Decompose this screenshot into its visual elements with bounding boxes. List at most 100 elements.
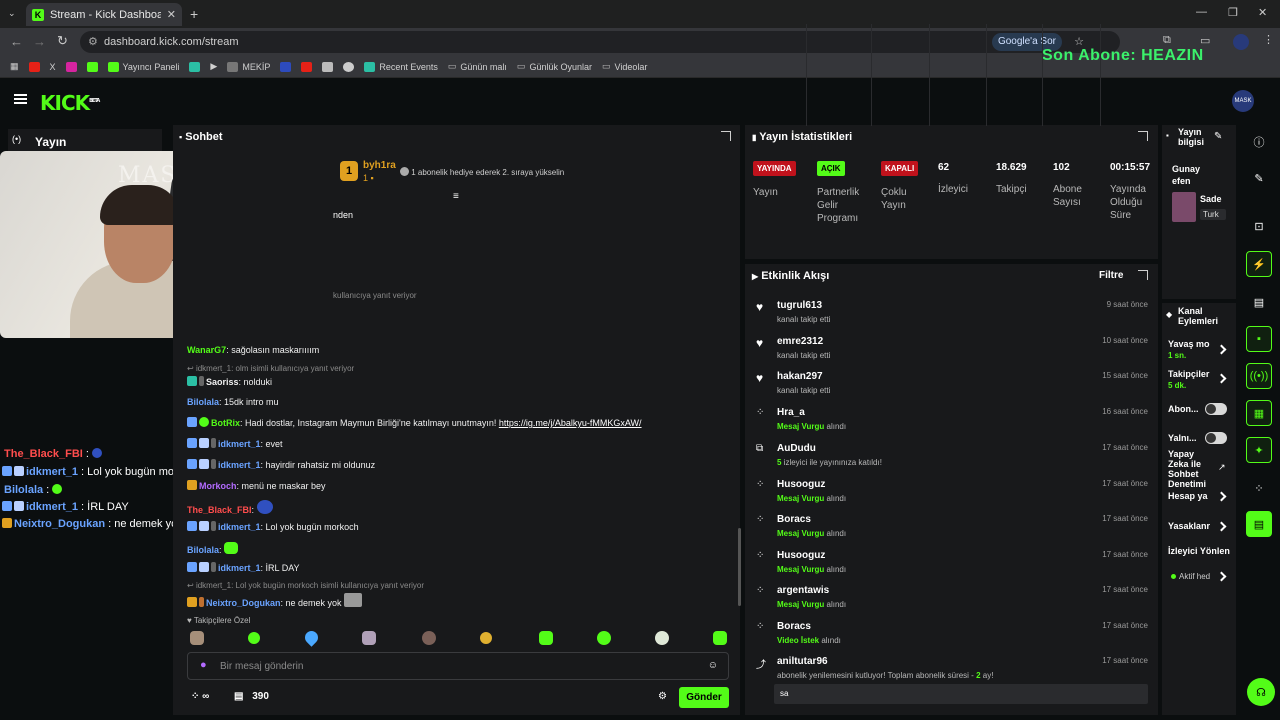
restore-icon[interactable]: ❐ xyxy=(1228,6,1238,19)
chat-message[interactable]: Bilolala: xyxy=(187,542,240,555)
bookmark-videolar[interactable]: ▭ Videolar xyxy=(602,61,647,72)
browser-menu-icon[interactable]: ⋮ xyxy=(1263,33,1274,46)
chat-message[interactable]: Neixtro_Dogukan: ne demek yok xyxy=(187,593,364,608)
minimize-icon[interactable]: — xyxy=(1196,6,1207,18)
user-avatar[interactable]: MASK xyxy=(1232,90,1254,112)
chat-message[interactable]: idkmert_1: İRL DAY xyxy=(187,562,300,573)
chat-message-input[interactable]: ● Bir mesaj gönderin ☺ xyxy=(187,652,729,680)
emote-sad-icon[interactable] xyxy=(597,631,611,645)
slow-mode-label[interactable]: Yavaş mo xyxy=(1168,339,1210,349)
activity-event[interactable]: ⁘ Boracs Video İstek alındı 17 saat önce xyxy=(756,621,1148,656)
chat-message[interactable]: WanarG7: sağolasın maskarıııım xyxy=(187,345,319,355)
activity-event[interactable]: ♥ hakan297 kanalı takip etti 15 saat önce xyxy=(756,371,1148,406)
ai-moderation-label[interactable]: Yapay Zeka ile Sohbet Denetimi xyxy=(1168,449,1210,489)
activity-event[interactable]: ⁘ Husooguz Mesaj Vurgu alındı 17 saat önce xyxy=(756,550,1148,585)
threads-bm-icon[interactable] xyxy=(343,61,355,72)
chat-scrollbar[interactable] xyxy=(738,528,741,606)
activity-event[interactable]: ⁘ Husooguz Mesaj Vurgu alındı 17 saat önce xyxy=(756,479,1148,514)
bookmark-gunluk-oyunlar[interactable]: ▭ Günlük Oyunlar xyxy=(517,61,592,72)
x-icon[interactable]: X xyxy=(50,62,56,72)
viewer-management-label[interactable]: İzleyici Yönlen xyxy=(1168,546,1230,556)
bookmark-gunun-mali[interactable]: ▭ Günün malı xyxy=(448,61,507,72)
apps-icon[interactable]: ▦ xyxy=(10,61,19,72)
chat-message[interactable]: The_Black_FBI: xyxy=(187,500,275,515)
external-link-icon[interactable]: ↗ xyxy=(1218,462,1226,473)
mic-icon[interactable]: ● xyxy=(200,659,207,671)
lightning-rail-icon[interactable]: ⚡ xyxy=(1246,251,1272,277)
points-rail-icon[interactable]: ⁘ xyxy=(1246,475,1272,501)
chat-rail-icon[interactable]: ▪ xyxy=(1246,326,1272,352)
store-button[interactable]: ▤ 390 xyxy=(234,691,269,702)
stats-popout-icon[interactable] xyxy=(1138,131,1148,141)
youtube2-icon[interactable] xyxy=(301,61,313,72)
chat-link[interactable]: https://ig.me/j/Abalkyu-fMMKGxAW/ xyxy=(499,418,642,428)
bookmark-recent-events[interactable]: Recent Events xyxy=(364,61,438,72)
edit-pencil-icon[interactable]: ✎ xyxy=(1214,131,1222,142)
pinned-user[interactable]: byh1ra xyxy=(363,160,396,171)
chat-message[interactable]: BotRix: Hadi dostlar, Instagram Maymun B… xyxy=(187,417,642,428)
activity-filter-button[interactable]: Filtre xyxy=(1099,270,1123,281)
emote-green-icon[interactable] xyxy=(248,632,260,644)
back-icon[interactable]: ← xyxy=(10,34,23,49)
edit-rail-icon[interactable]: ✎ xyxy=(1246,165,1272,191)
stats-rail-icon[interactable]: ▦ xyxy=(1246,400,1272,426)
emote-laugh-icon[interactable] xyxy=(539,631,553,645)
menu-icon[interactable] xyxy=(14,94,27,104)
image-bm-icon[interactable] xyxy=(322,61,334,72)
channel-points[interactable]: ⁘ ∞ xyxy=(191,691,209,702)
emote-ball-icon[interactable] xyxy=(655,631,669,645)
app-bm-icon[interactable] xyxy=(189,61,201,72)
chat-message[interactable]: idkmert_1: hayirdir rahatsiz mi oldunuz xyxy=(187,459,375,470)
tab-search-icon[interactable]: ⌄ xyxy=(8,8,18,18)
tools-rail-icon[interactable]: ✦ xyxy=(1246,437,1272,463)
browser-tab[interactable]: K Stream - Kick Dashboard ✕ xyxy=(26,3,182,26)
window-close-icon[interactable]: ✕ xyxy=(1258,6,1267,19)
info-rail-icon[interactable]: ⓘ xyxy=(1246,129,1272,155)
activity-event[interactable]: ♥ tugrul613 kanalı takip etti 9 saat önce xyxy=(756,300,1148,335)
site-info-icon[interactable]: ⚙ xyxy=(88,31,98,53)
unique-chat-toggle[interactable] xyxy=(1205,432,1227,444)
extensions-icon[interactable]: ⧉ xyxy=(1163,34,1171,47)
kick-bm-icon[interactable] xyxy=(86,61,98,72)
activity-event[interactable]: ♥ emre2312 kanalı takip etti 10 saat önce xyxy=(756,336,1148,371)
chat-settings-icon[interactable]: ⚙ xyxy=(658,691,667,702)
play-bm-icon[interactable]: ▶ xyxy=(210,61,217,72)
activity-rail-icon[interactable]: ▤ xyxy=(1246,511,1272,537)
activity-event[interactable]: ⧉ AuDudu 5 izleyici ile yayınınıza katıld… xyxy=(756,443,1148,478)
instagram-icon[interactable] xyxy=(65,61,77,72)
emote-face-icon[interactable] xyxy=(422,631,436,645)
collapse-pinned-icon[interactable]: ≡ xyxy=(453,191,459,202)
activity-event[interactable]: ⁘ argentawis Mesaj Vurgu alındı 17 saat ön… xyxy=(756,585,1148,620)
broadcast-rail-icon[interactable]: ((•)) xyxy=(1246,363,1272,389)
bans-label[interactable]: Yasaklanr xyxy=(1168,521,1210,531)
followers-only-label[interactable]: Takipçiler xyxy=(1168,369,1209,379)
bookmark-mekip[interactable]: MEKİP xyxy=(227,61,270,72)
emote-cat-icon[interactable] xyxy=(190,631,204,645)
activity-event[interactable]: ⁘ Hra_a Mesaj Vurgu alındı 16 saat önce xyxy=(756,407,1148,442)
activity-popout-icon[interactable] xyxy=(1138,270,1148,280)
sidepanel-icon[interactable]: ▭ xyxy=(1200,34,1210,47)
tab-close-icon[interactable]: ✕ xyxy=(167,8,176,21)
forward-icon[interactable]: → xyxy=(33,34,46,49)
notes-rail-icon[interactable]: ▤ xyxy=(1246,289,1272,315)
activity-event[interactable]: ⁘ Boracs Mesaj Vurgu alındı 17 saat önce xyxy=(756,514,1148,549)
emoji-picker-icon[interactable]: ☺ xyxy=(708,660,718,671)
send-button[interactable]: Gönder xyxy=(679,687,729,708)
kick-logo[interactable]: KICKBETA xyxy=(40,91,100,115)
subs-only-toggle[interactable] xyxy=(1205,403,1227,415)
chat-popout-icon[interactable] xyxy=(721,131,731,141)
emote-pet-icon[interactable] xyxy=(362,631,376,645)
support-rail-icon[interactable]: ☊ xyxy=(1247,678,1275,706)
chat-message[interactable]: idkmert_1: Lol yok bugün morkoch xyxy=(187,521,359,532)
activity-resub-event[interactable]: ⤴ aniltutar96 17 saat önce abonelik yeni… xyxy=(756,656,1148,708)
reload-icon[interactable]: ↻ xyxy=(57,33,68,49)
chat-message[interactable]: Morkoch: menü ne maskar bey xyxy=(187,480,326,491)
emote-crown-icon[interactable] xyxy=(480,632,492,644)
chat-message[interactable]: idkmert_1: evet xyxy=(187,438,283,449)
screenshot-rail-icon[interactable]: ⊡ xyxy=(1246,213,1272,239)
new-tab-icon[interactable]: + xyxy=(190,6,198,22)
account-age-label[interactable]: Hesap ya xyxy=(1168,491,1208,501)
chat-message[interactable]: Bilolala: 15dk intro mu xyxy=(187,397,279,407)
youtube-icon[interactable] xyxy=(28,61,40,72)
bookmark-yayinci-paneli[interactable]: Yayıncı Paneli xyxy=(107,61,179,72)
